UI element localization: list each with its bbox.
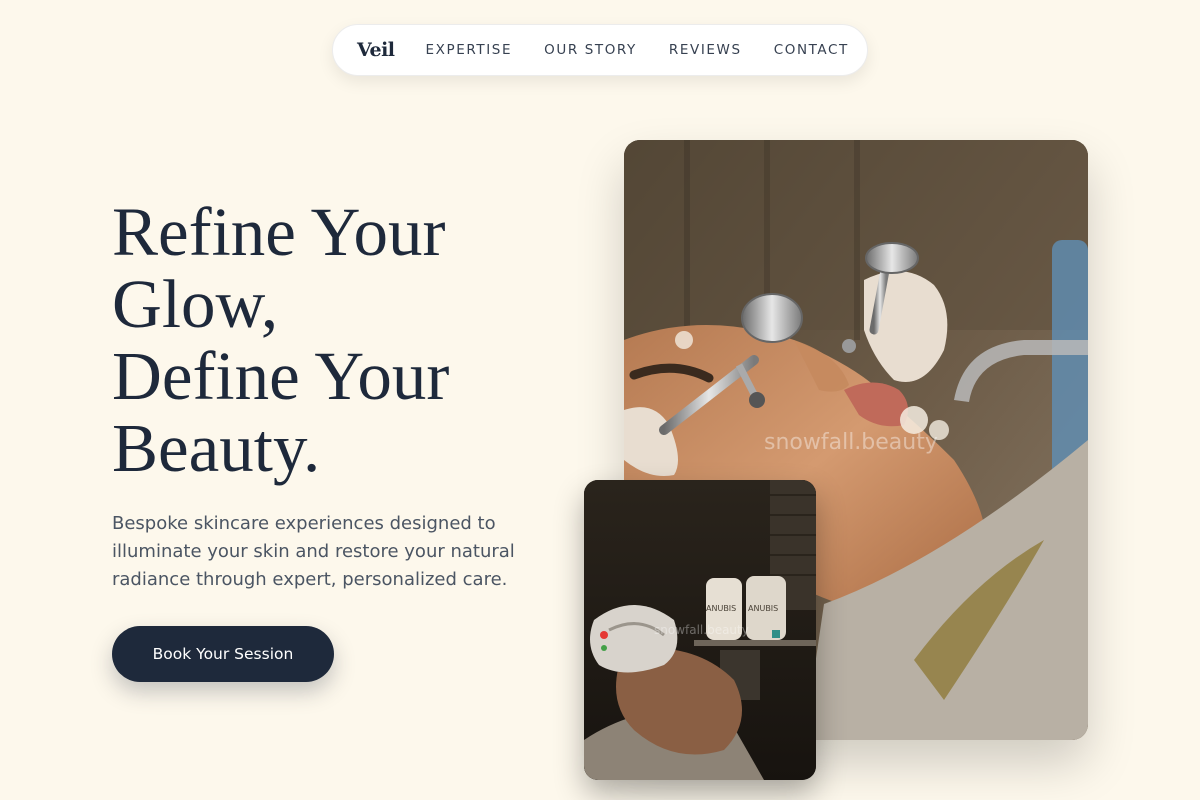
hero-subtext: Bespoke skincare experiences designed to…	[112, 513, 515, 590]
headline-line: Glow,	[112, 266, 279, 342]
nav-link-reviews[interactable]: REVIEWS	[669, 42, 742, 58]
book-session-button[interactable]: Book Your Session	[112, 626, 334, 682]
photo-watermark: snowfall.beauty	[764, 430, 938, 455]
bottle-label: ANUBIS	[706, 604, 737, 613]
hero-headline: Refine Your Glow, Define Your Beauty.	[112, 196, 572, 484]
top-nav: Veil EXPERTISE OUR STORY REVIEWS CONTACT	[332, 24, 868, 76]
nav-link-our-story[interactable]: OUR STORY	[544, 42, 637, 58]
photo-watermark: snowfall.beauty	[654, 623, 749, 637]
headline-line: Beauty.	[112, 410, 321, 486]
headline-line: Define Your	[112, 338, 450, 414]
brand-logo[interactable]: Veil	[357, 39, 395, 61]
landing-page: Veil EXPERTISE OUR STORY REVIEWS CONTACT…	[0, 0, 1200, 800]
bottle-label: ANUBIS	[748, 604, 779, 613]
led-mask-photo: snowfall.beauty ANUBIS ANUBIS	[584, 480, 816, 780]
nav-link-expertise[interactable]: EXPERTISE	[426, 42, 513, 58]
headline-line: Refine Your	[112, 194, 446, 270]
nav-link-contact[interactable]: CONTACT	[774, 42, 849, 58]
